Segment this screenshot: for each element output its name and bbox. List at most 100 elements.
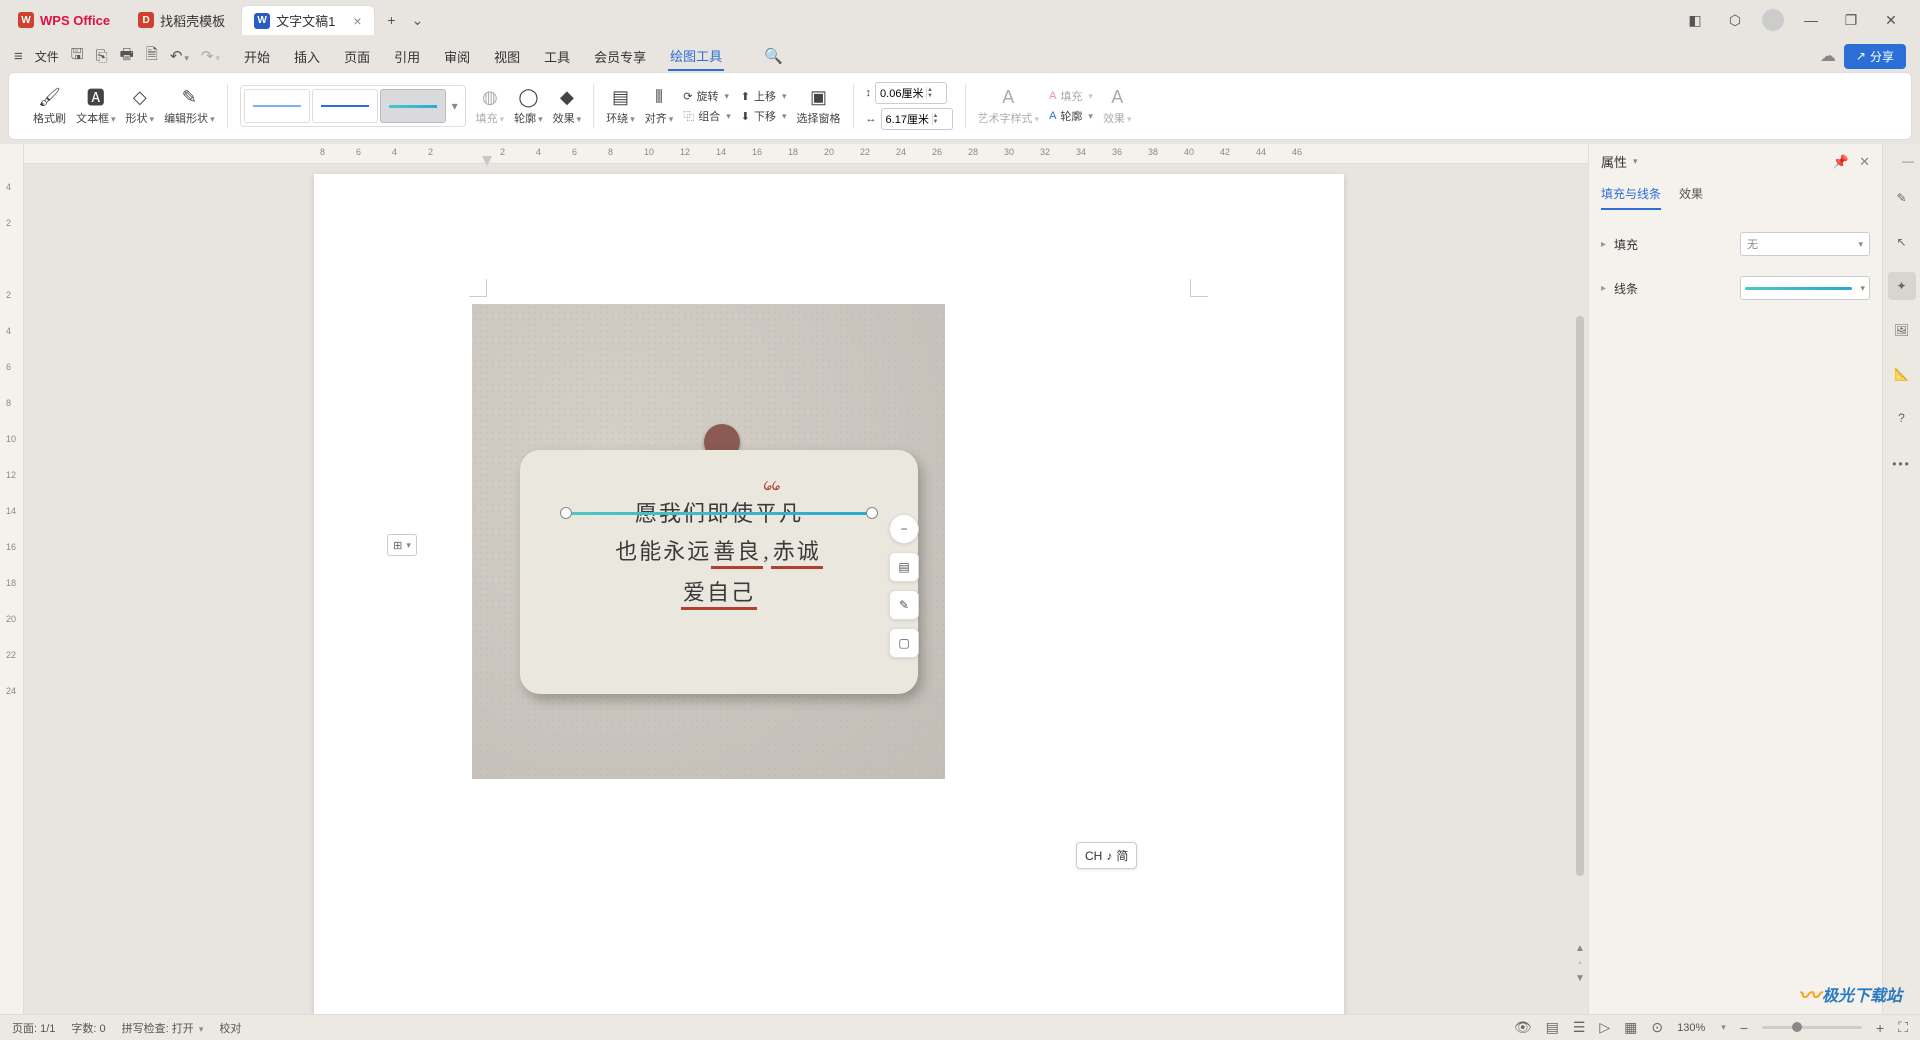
file-menu[interactable]: 文件 [35, 48, 59, 65]
hamburger-icon[interactable]: ≡ [14, 48, 23, 65]
new-tab-button[interactable]: + [379, 7, 405, 33]
style-swatch-2[interactable] [312, 89, 378, 123]
menu-view[interactable]: 视图 [492, 43, 522, 70]
select-pane-button[interactable]: ▣选择窗格 [797, 86, 841, 126]
save-icon[interactable]: 🖫 [71, 44, 84, 69]
width-field[interactable] [882, 113, 932, 125]
panel-close-icon[interactable]: ✕ [1859, 154, 1870, 170]
status-spell[interactable]: 拼写检查: 打开 ▾ [122, 1020, 204, 1036]
redo-icon[interactable]: ↷▾ [201, 47, 220, 65]
pencil-tool-icon[interactable]: ✎ [1888, 184, 1916, 212]
zoom-slider[interactable] [1762, 1026, 1862, 1029]
menu-start[interactable]: 开始 [242, 43, 272, 70]
window-close-button[interactable]: ✕ [1878, 7, 1904, 33]
cloud-icon[interactable]: ☁ [1820, 46, 1836, 66]
group-button[interactable]: ⿻ 组合▾ [683, 108, 731, 124]
scroll-down-icon[interactable]: ▼ [1575, 973, 1585, 984]
zoom-out-button[interactable]: − [1740, 1020, 1748, 1036]
select-tool-icon[interactable]: ↖ [1888, 228, 1916, 256]
status-proof[interactable]: 校对 [219, 1020, 241, 1036]
menu-member[interactable]: 会员专享 [592, 43, 648, 70]
height-field[interactable] [876, 87, 926, 99]
effect-button[interactable]: ◆效果▾ [553, 86, 582, 126]
align-button[interactable]: ⫴对齐▾ [645, 86, 674, 126]
image-tool-icon[interactable]: 🖼 [1888, 316, 1916, 344]
expand-arrow-icon[interactable]: ▸ [1601, 283, 1606, 294]
template-tab[interactable]: D 找稻壳模板 [126, 5, 237, 35]
edit-shape-button[interactable]: ✎编辑形状▾ [164, 86, 215, 126]
tab-close-icon[interactable]: × [353, 13, 361, 29]
menu-review[interactable]: 审阅 [442, 43, 472, 70]
status-page[interactable]: 页面: 1/1 [12, 1020, 55, 1036]
app-tab[interactable]: W WPS Office [6, 5, 122, 35]
share-button[interactable]: ↗ 分享 [1844, 44, 1906, 69]
vertical-scrollbar[interactable] [1574, 310, 1586, 962]
user-avatar[interactable] [1762, 9, 1784, 31]
move-down-button[interactable]: ⬇ 下移▾ [741, 108, 787, 124]
menu-page[interactable]: 页面 [342, 43, 372, 70]
export-icon[interactable]: ⎘ [96, 48, 108, 65]
width-input[interactable]: ▲▼ [881, 108, 953, 130]
ime-indicator[interactable]: CH ♪ 简 [1076, 842, 1137, 869]
selection-handle-left[interactable] [560, 507, 572, 519]
shape-button[interactable]: ◇形状▾ [126, 86, 155, 126]
move-up-button[interactable]: ⬆ 上移▾ [741, 88, 787, 104]
fill-select[interactable]: 无 ▾ [1740, 232, 1870, 256]
fullscreen-icon[interactable]: ⛶ [1898, 1019, 1908, 1036]
float-crop-button[interactable]: ▢ [889, 628, 919, 658]
format-brush-button[interactable]: 🖌格式刷 [33, 86, 66, 126]
float-edit-button[interactable]: ✎ [889, 590, 919, 620]
style-swatch-1[interactable] [244, 89, 310, 123]
menu-insert[interactable]: 插入 [292, 43, 322, 70]
ruler-tool-icon[interactable]: 📐 [1888, 360, 1916, 388]
text-outline-button[interactable]: A 轮廓▾ [1049, 108, 1093, 124]
float-wrap-button[interactable]: ▤ [889, 552, 919, 582]
scroll-mid-icon[interactable]: ◦ [1578, 958, 1582, 969]
rotate-button[interactable]: ⟳ 旋转▾ [683, 88, 731, 104]
wrap-button[interactable]: ▤环绕▾ [606, 86, 635, 126]
window-layout-icon[interactable]: ◧ [1682, 7, 1708, 33]
fill-button[interactable]: ◍填充▾ [476, 86, 505, 126]
scrollbar-thumb[interactable] [1576, 316, 1584, 876]
panel-tab-effect[interactable]: 效果 [1679, 185, 1703, 210]
panel-title-dropdown[interactable]: ▾ [1633, 156, 1638, 167]
style-tool-icon[interactable]: ✦ [1888, 272, 1916, 300]
outline-button[interactable]: ◯轮廓▾ [514, 86, 543, 126]
view-read-icon[interactable]: 👁 [1514, 1019, 1532, 1036]
tab-menu-button[interactable]: ⌄ [405, 7, 431, 33]
text-effect-button[interactable]: A效果▾ [1103, 86, 1132, 126]
zoom-in-button[interactable]: + [1876, 1020, 1884, 1036]
expand-arrow-icon[interactable]: ▸ [1601, 239, 1606, 250]
text-fill-button[interactable]: A 填充▾ [1049, 88, 1093, 104]
view-web-icon[interactable]: ▦ [1624, 1019, 1637, 1036]
line-body[interactable] [566, 512, 872, 515]
menu-reference[interactable]: 引用 [392, 43, 422, 70]
wordart-button[interactable]: A艺术字样式▾ [978, 86, 1040, 126]
package-icon[interactable]: ⬡ [1722, 7, 1748, 33]
view-outline-icon[interactable]: ☰ [1573, 1019, 1586, 1036]
float-zoom-out-button[interactable]: − [889, 514, 919, 544]
line-select[interactable]: ▾ [1740, 276, 1870, 300]
panel-pin-icon[interactable]: 📌 [1833, 154, 1849, 170]
zoom-level[interactable]: 130% [1677, 1022, 1705, 1034]
status-words[interactable]: 字数: 0 [71, 1020, 105, 1036]
selection-handle-right[interactable] [866, 507, 878, 519]
gallery-more-button[interactable]: ▾ [448, 89, 462, 123]
document-tab[interactable]: W 文字文稿1 × [241, 5, 374, 35]
window-maximize-button[interactable]: ❐ [1838, 7, 1864, 33]
view-page-icon[interactable]: ▤ [1546, 1019, 1559, 1036]
view-play-icon[interactable]: ▷ [1599, 1019, 1610, 1036]
undo-icon[interactable]: ↶▾ [170, 47, 189, 65]
panel-collapse-icon[interactable]: — [1902, 154, 1914, 168]
search-icon[interactable]: 🔍 [764, 47, 783, 65]
more-tools-icon[interactable]: ••• [1888, 450, 1916, 478]
style-gallery[interactable]: ▾ [240, 85, 466, 127]
style-swatch-3[interactable] [380, 89, 446, 123]
embedded-image[interactable]: ᥀᥀ 愿我们即使平凡 也能永远善良,赤诚 爱自己 [472, 304, 945, 779]
menu-tools[interactable]: 工具 [542, 43, 572, 70]
panel-tab-fill-line[interactable]: 填充与线条 [1601, 185, 1661, 210]
document-page[interactable]: ᥀᥀ 愿我们即使平凡 也能永远善良,赤诚 爱自己 − ▤ ✎ ▢ [314, 174, 1344, 1014]
window-minimize-button[interactable]: — [1798, 7, 1824, 33]
help-icon[interactable]: ? [1888, 404, 1916, 432]
scroll-up-icon[interactable]: ▲ [1575, 943, 1585, 954]
